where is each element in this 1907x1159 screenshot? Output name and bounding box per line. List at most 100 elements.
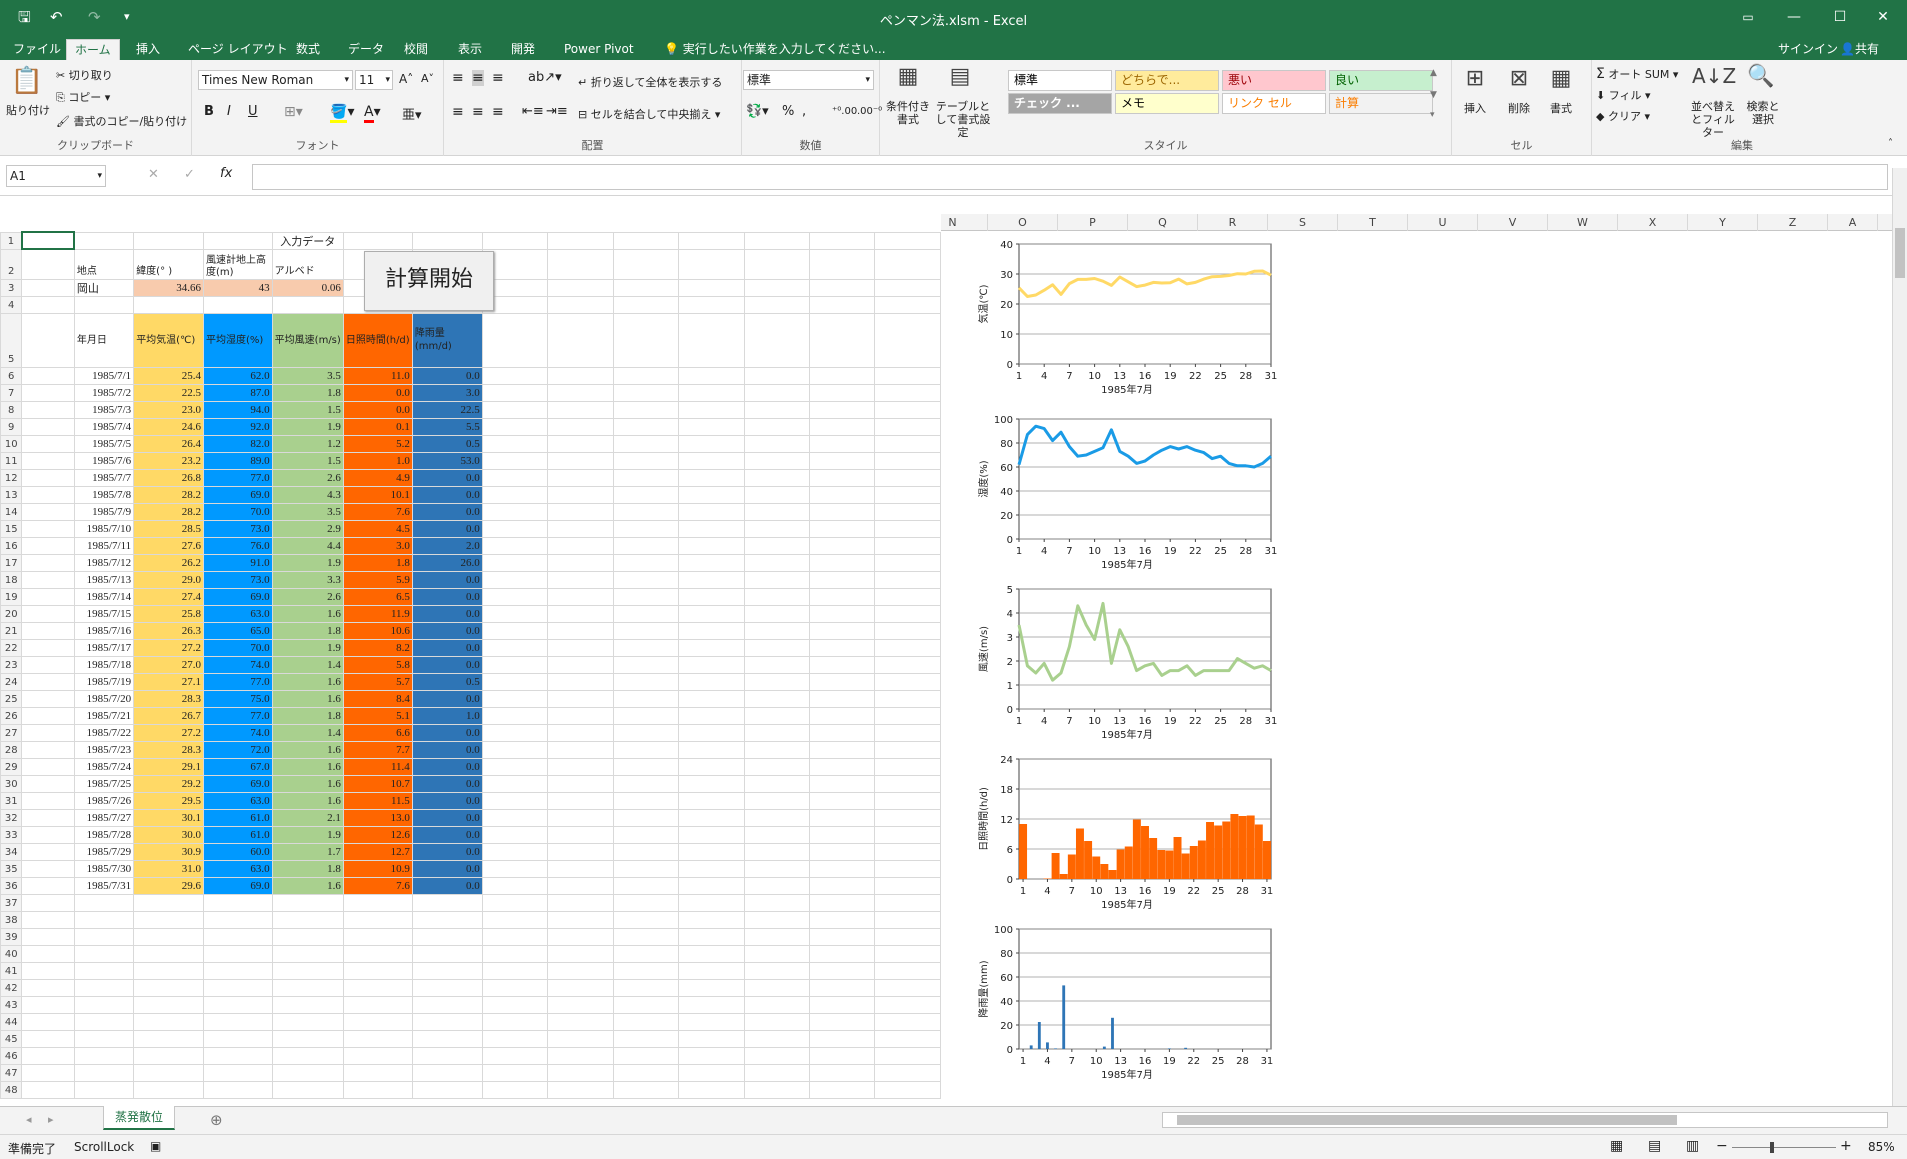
row-header[interactable]: 43: [0, 995, 23, 1014]
cell[interactable]: [21, 451, 75, 470]
row-header[interactable]: 13: [0, 485, 23, 504]
cell[interactable]: [411, 1063, 483, 1082]
cell[interactable]: [874, 502, 941, 521]
row-header[interactable]: 24: [0, 672, 23, 691]
cell[interactable]: [481, 1029, 549, 1048]
cell[interactable]: [808, 417, 876, 436]
data-cell[interactable]: 0.0: [411, 366, 483, 385]
cell[interactable]: [547, 1029, 614, 1048]
row-header[interactable]: 14: [0, 502, 23, 521]
cell[interactable]: [612, 638, 680, 657]
data-cell[interactable]: 1.8: [271, 859, 344, 878]
row-header[interactable]: 38: [0, 910, 23, 929]
cell[interactable]: [874, 278, 941, 297]
cell[interactable]: [547, 876, 614, 895]
cell[interactable]: [874, 978, 941, 997]
cell[interactable]: [21, 1012, 75, 1031]
cell[interactable]: [678, 672, 745, 691]
cell[interactable]: [808, 808, 876, 827]
cell-style-item[interactable]: リンク セル: [1222, 93, 1326, 114]
data-cell[interactable]: 1985/7/19: [73, 672, 135, 691]
cell[interactable]: [678, 655, 745, 674]
data-cell[interactable]: 25.8: [133, 604, 205, 623]
cell[interactable]: [743, 312, 810, 368]
cell[interactable]: [612, 587, 680, 606]
cell[interactable]: [133, 1080, 205, 1099]
cell[interactable]: [21, 1046, 75, 1065]
increase-decimal-icon[interactable]: ⁺⁰.00: [832, 106, 857, 117]
data-cell[interactable]: 2.6: [271, 468, 344, 487]
cell[interactable]: [547, 621, 614, 640]
data-cell[interactable]: 74.0: [203, 723, 273, 742]
cell[interactable]: [874, 604, 941, 623]
cell[interactable]: [481, 570, 549, 589]
data-cell[interactable]: 7.7: [342, 740, 413, 759]
cell[interactable]: [874, 417, 941, 436]
data-header[interactable]: 日照時間(h/d): [342, 312, 413, 368]
data-header[interactable]: 年月日: [73, 312, 135, 368]
cell[interactable]: [743, 604, 810, 623]
cell[interactable]: [73, 978, 135, 997]
cell[interactable]: [808, 366, 876, 385]
cell[interactable]: [808, 672, 876, 691]
data-cell[interactable]: 0.0: [411, 689, 483, 708]
format-as-table-button[interactable]: テーブルとして書式設定: [932, 100, 994, 139]
cell[interactable]: [612, 312, 680, 368]
cell[interactable]: [743, 295, 810, 314]
row-header[interactable]: 25: [0, 689, 23, 708]
cell[interactable]: [411, 1080, 483, 1099]
cell[interactable]: [547, 248, 614, 280]
row-header[interactable]: 39: [0, 927, 23, 946]
copy-button[interactable]: ⎘ コピー ▾: [56, 89, 110, 105]
cell[interactable]: [21, 278, 75, 297]
data-header[interactable]: 降雨量(mm/d): [411, 312, 483, 368]
cell[interactable]: [808, 893, 876, 912]
cell[interactable]: [808, 621, 876, 640]
cell[interactable]: [133, 1012, 205, 1031]
font-size-combo[interactable]: 11 ▾: [355, 70, 393, 90]
cell[interactable]: [203, 1029, 273, 1048]
row-header[interactable]: 47: [0, 1063, 23, 1082]
cell[interactable]: [21, 248, 75, 280]
cell[interactable]: [481, 1046, 549, 1065]
cell[interactable]: [547, 400, 614, 419]
cell[interactable]: [743, 706, 810, 725]
cell[interactable]: [547, 774, 614, 793]
row-header[interactable]: 28: [0, 740, 23, 759]
cell[interactable]: [612, 604, 680, 623]
cell[interactable]: [808, 825, 876, 844]
cell[interactable]: [808, 774, 876, 793]
cell[interactable]: [21, 927, 75, 946]
cell[interactable]: [874, 295, 941, 314]
close-button[interactable]: ✕: [1868, 6, 1898, 28]
cell[interactable]: [743, 536, 810, 555]
row-header[interactable]: 37: [0, 893, 23, 912]
cell[interactable]: [678, 638, 745, 657]
cell[interactable]: [547, 910, 614, 929]
row-header[interactable]: 8: [0, 400, 23, 419]
data-cell[interactable]: 6.6: [342, 723, 413, 742]
data-cell[interactable]: 29.0: [133, 570, 205, 589]
cell[interactable]: [411, 910, 483, 929]
cell[interactable]: [678, 808, 745, 827]
cell[interactable]: [21, 434, 75, 453]
cell[interactable]: [21, 312, 75, 368]
cell[interactable]: [73, 944, 135, 963]
active-cell[interactable]: [20, 231, 76, 250]
cell[interactable]: [21, 893, 75, 912]
cell[interactable]: [203, 1080, 273, 1099]
data-cell[interactable]: 1985/7/15: [73, 604, 135, 623]
data-cell[interactable]: 1985/7/4: [73, 417, 135, 436]
row-header[interactable]: 36: [0, 876, 23, 895]
data-cell[interactable]: 1985/7/6: [73, 451, 135, 470]
zoom-in-button[interactable]: +: [1840, 1138, 1852, 1154]
data-cell[interactable]: 11.0: [342, 366, 413, 385]
cell[interactable]: [411, 927, 483, 946]
cell[interactable]: [874, 689, 941, 708]
merge-center-button[interactable]: ⊟ セルを結合して中央揃え ▾: [578, 106, 720, 122]
tab-formulas[interactable]: 数式: [288, 39, 328, 60]
cancel-entry-icon[interactable]: ✕: [148, 167, 159, 182]
data-cell[interactable]: 1.8: [271, 621, 344, 640]
cell[interactable]: [808, 502, 876, 521]
cell[interactable]: [678, 1012, 745, 1031]
